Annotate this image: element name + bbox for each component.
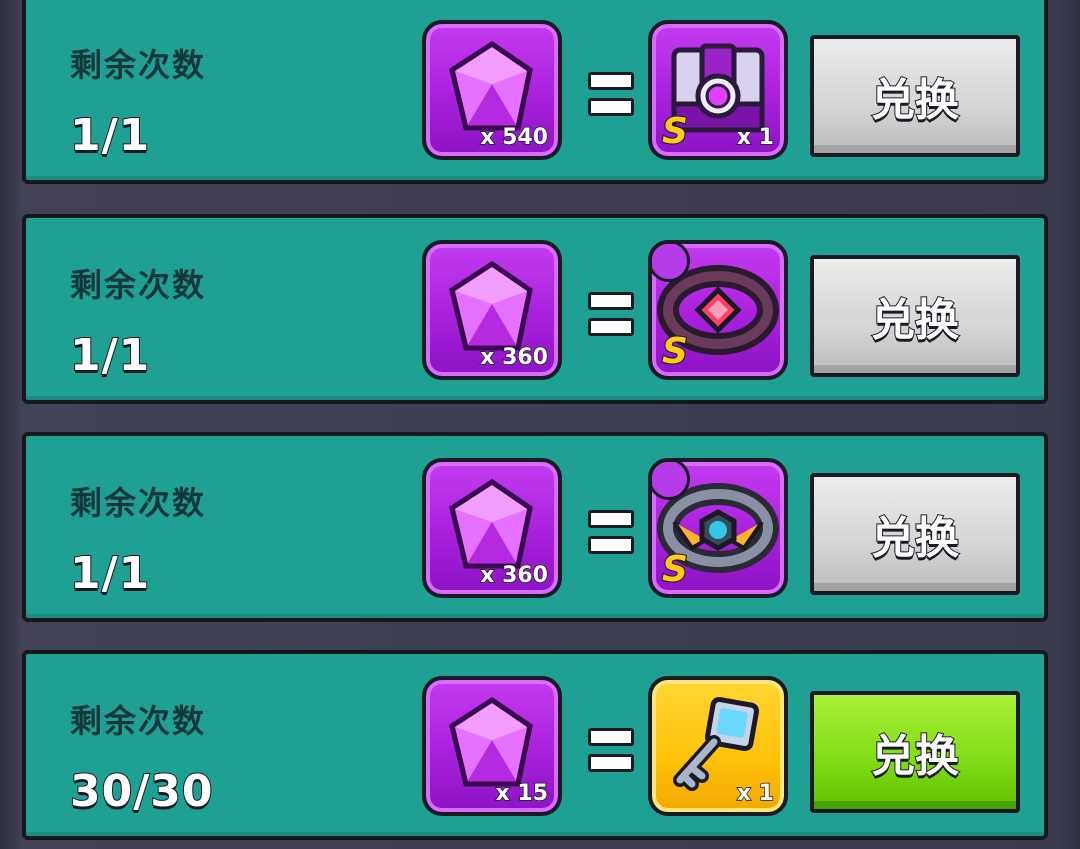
- remaining-count: 1/1: [69, 547, 151, 600]
- reward-quantity: x 1: [736, 124, 775, 151]
- cost-slot: x 360: [422, 240, 562, 380]
- ring-type-icon: [652, 244, 690, 282]
- reward-slot[interactable]: x 1: [648, 676, 788, 816]
- exchange-button[interactable]: 兑换: [810, 473, 1020, 595]
- cost-slot: x 540: [422, 20, 562, 160]
- grade-badge: S: [661, 548, 689, 591]
- remaining-count: 1/1: [69, 329, 151, 382]
- cost-quantity: x 15: [495, 780, 549, 807]
- exchange-button[interactable]: 兑换: [810, 35, 1020, 157]
- remaining-label: 剩余次数: [70, 702, 207, 740]
- equals-icon: [588, 728, 634, 772]
- remaining-count: 1/1: [69, 109, 151, 162]
- ring-type-icon: [652, 462, 690, 500]
- exchange-row: 剩余次数 1/1 x 360 S 兑换: [22, 432, 1048, 622]
- exchange-row: 剩余次数 1/1 x 360 S 兑换: [22, 214, 1048, 404]
- equals-icon: [588, 510, 634, 554]
- cost-slot: x 360: [422, 458, 562, 598]
- grade-badge: S: [661, 330, 689, 373]
- cost-slot: x 15: [422, 676, 562, 816]
- reward-slot[interactable]: S x 1: [648, 20, 788, 160]
- remaining-label: 剩余次数: [70, 46, 207, 84]
- remaining-count: 30/30: [69, 765, 214, 818]
- cost-quantity: x 360: [479, 562, 548, 589]
- reward-slot[interactable]: S: [648, 458, 788, 598]
- equals-icon: [588, 72, 634, 116]
- reward-slot[interactable]: S: [648, 240, 788, 380]
- cost-quantity: x 540: [479, 124, 548, 151]
- reward-quantity: x 1: [736, 780, 775, 807]
- cost-quantity: x 360: [479, 344, 548, 371]
- exchange-button[interactable]: 兑换: [810, 255, 1020, 377]
- grade-badge: S: [661, 110, 689, 153]
- remaining-label: 剩余次数: [70, 266, 207, 304]
- exchange-button[interactable]: 兑换: [810, 691, 1020, 813]
- exchange-row: 剩余次数 30/30 x 15 x 1 兑换: [22, 650, 1048, 840]
- exchange-row: 剩余次数 1/1 x 540 S x 1 兑换: [22, 0, 1048, 184]
- equals-icon: [588, 292, 634, 336]
- remaining-label: 剩余次数: [70, 484, 207, 522]
